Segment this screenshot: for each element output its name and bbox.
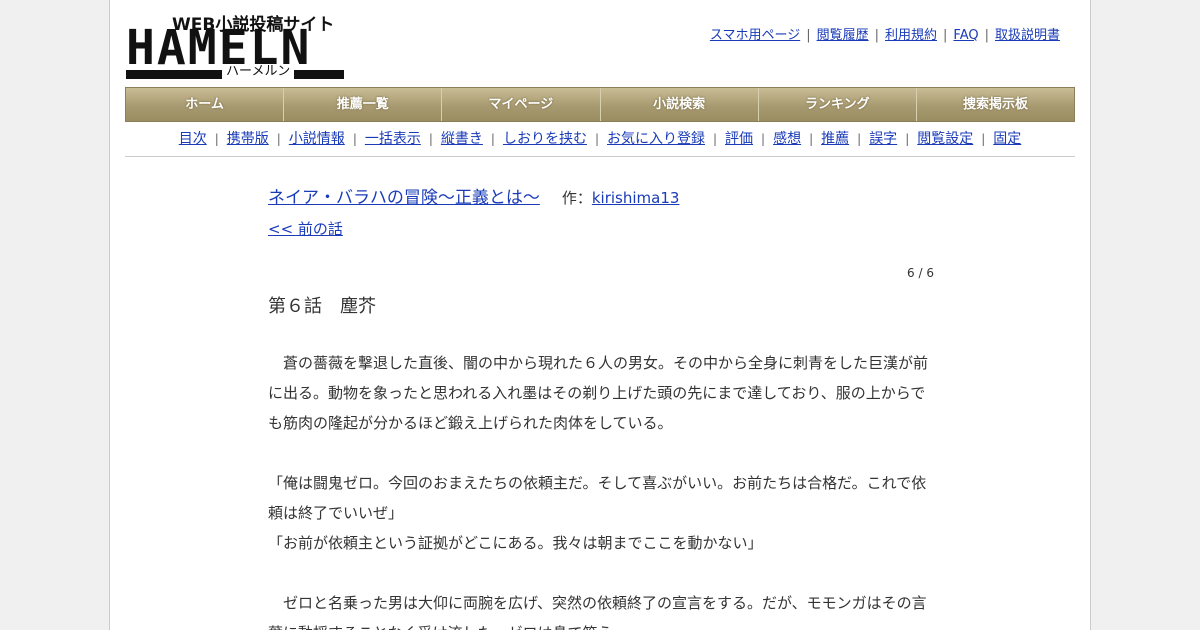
subnav-toc[interactable]: 目次 — [179, 131, 207, 147]
nav-recommendations[interactable]: 推薦一覧 — [284, 88, 443, 121]
separator: | — [943, 28, 948, 43]
separator: | — [981, 132, 986, 146]
paragraph: 「お前が依頼主という証拠がどこにある。我々は朝までここを動かない」 — [268, 534, 763, 552]
paragraph: 蒼の薔薇を撃退した直後、闇の中から現れた６人の男女。その中から全身に刺青をした巨… — [268, 354, 929, 432]
subnav-settings[interactable]: 閲覧設定 — [917, 131, 973, 147]
subnav-bookmark[interactable]: しおりを挟む — [503, 131, 587, 147]
paragraph — [268, 558, 934, 588]
novel-header: ネイア・バラハの冒険～正義とは～ 作：kirishima13 — [268, 183, 934, 208]
author-link[interactable]: kirishima13 — [592, 189, 680, 207]
separator: | — [490, 132, 495, 146]
nav-home[interactable]: ホーム — [126, 88, 285, 121]
nav-ranking[interactable]: ランキング — [759, 88, 917, 121]
hameln-logo[interactable]: WEB小説投稿サイト HAMELN ハーメルン — [126, 10, 346, 80]
link-manual[interactable]: 取扱説明書 — [995, 28, 1060, 43]
subnav-rate[interactable]: 評価 — [725, 131, 753, 147]
separator: | — [428, 132, 433, 146]
main-nav: ホーム 推薦一覧 マイページ 小説検索 ランキング 捜索掲示板 — [125, 87, 1075, 122]
link-faq[interactable]: FAQ — [953, 28, 978, 43]
nav-board[interactable]: 捜索掲示板 — [917, 88, 1074, 121]
separator: | — [214, 132, 219, 146]
link-smartphone[interactable]: スマホ用ページ — [710, 28, 800, 43]
subnav-fix[interactable]: 固定 — [993, 131, 1021, 147]
novel-content: ネイア・バラハの冒険～正義とは～ 作：kirishima13 << 前の話 6 /… — [268, 183, 934, 630]
separator: | — [594, 132, 599, 146]
separator: | — [761, 132, 766, 146]
chapter-title: 第６話 塵芥 — [268, 296, 376, 317]
separator: | — [809, 132, 814, 146]
nav-search[interactable]: 小説検索 — [601, 88, 759, 121]
prev-chapter-link[interactable]: << 前の話 — [268, 218, 934, 239]
separator: | — [857, 132, 862, 146]
separator: | — [874, 28, 879, 43]
subnav-typo[interactable]: 誤字 — [869, 131, 897, 147]
page-container: WEB小説投稿サイト HAMELN ハーメルン スマホ用ページ | 閲覧履歴 | 利用規… — [109, 0, 1091, 630]
separator: | — [806, 28, 811, 43]
subnav-all[interactable]: 一括表示 — [365, 131, 421, 147]
subnav-review[interactable]: 感想 — [773, 131, 801, 147]
paragraph: 「俺は闘鬼ゼロ。今回のおまえたちの依頼主だ。そして喜ぶがいい。お前たちは合格だ。… — [268, 474, 927, 522]
subnav-info[interactable]: 小説情報 — [289, 131, 345, 147]
nav-mypage[interactable]: マイページ — [442, 88, 601, 121]
logo-kana: ハーメルン — [222, 65, 295, 79]
separator: | — [905, 132, 910, 146]
paragraph: ゼロと名乗った男は大仰に両腕を広げ、突然の依頼終了の宣言をする。だが、モモンガは… — [268, 594, 927, 630]
paragraph — [268, 438, 934, 468]
chapter-body: 蒼の薔薇を撃退した直後、闇の中から現れた６人の男女。その中から全身に刺青をした巨… — [268, 348, 934, 630]
subnav-favorite[interactable]: お気に入り登録 — [607, 131, 705, 147]
novel-subnav: 目次 | 携帯版 | 小説情報 | 一括表示 | 縦書き | しおりを挟む | お気に入り登録 | 評価 | 感… — [125, 124, 1075, 157]
link-terms[interactable]: 利用規約 — [885, 28, 937, 43]
link-history[interactable]: 閲覧履歴 — [817, 28, 869, 43]
separator: | — [984, 28, 989, 43]
separator: | — [276, 132, 281, 146]
author-label: 作： — [561, 189, 592, 207]
separator: | — [713, 132, 718, 146]
novel-title-link[interactable]: ネイア・バラハの冒険～正義とは～ — [268, 188, 540, 208]
subnav-mobile[interactable]: 携帯版 — [227, 131, 269, 147]
top-links: スマホ用ページ | 閲覧履歴 | 利用規約 | FAQ | 取扱説明書 — [710, 24, 1060, 43]
page-count: 6 / 6 — [907, 266, 934, 280]
subnav-vertical[interactable]: 縦書き — [441, 131, 483, 147]
subnav-recommend[interactable]: 推薦 — [821, 131, 849, 147]
separator: | — [352, 132, 357, 146]
